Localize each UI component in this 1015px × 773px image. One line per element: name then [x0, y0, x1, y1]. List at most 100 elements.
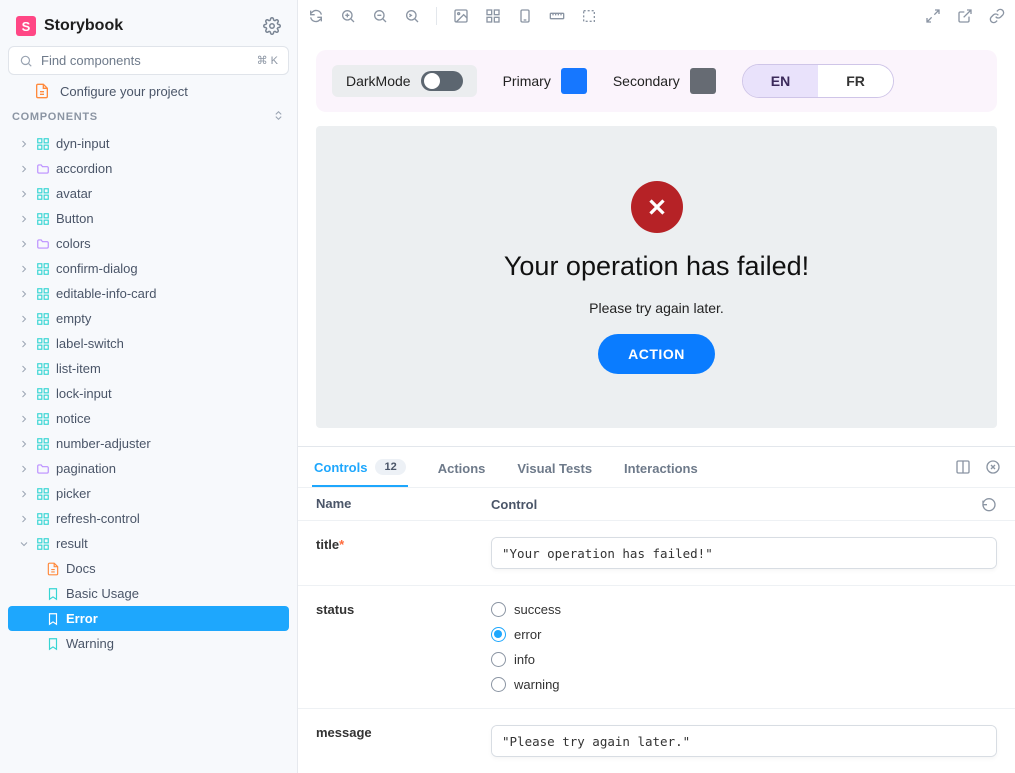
radio-icon — [491, 677, 506, 692]
doc-icon — [34, 83, 50, 99]
open-isolated-icon[interactable] — [957, 8, 973, 24]
sidebar-item-refresh-control[interactable]: refresh-control — [8, 506, 289, 531]
component-icon — [36, 437, 50, 451]
primary-swatch[interactable] — [561, 68, 587, 94]
zoom-in-icon[interactable] — [340, 8, 356, 24]
component-icon — [36, 312, 50, 326]
sidebar-item-avatar[interactable]: avatar — [8, 181, 289, 206]
component-icon — [36, 387, 50, 401]
reset-controls-icon[interactable] — [981, 496, 997, 512]
panel-tab-actions[interactable]: Actions — [436, 447, 488, 487]
story-icon — [46, 587, 60, 601]
component-icon — [36, 412, 50, 426]
zoom-out-icon[interactable] — [372, 8, 388, 24]
measure-icon[interactable] — [549, 8, 565, 24]
sidebar-item-error[interactable]: Error — [8, 606, 289, 631]
chevron-right-icon — [18, 513, 30, 525]
story-icon — [46, 637, 60, 651]
chevron-right-icon — [18, 363, 30, 375]
zoom-reset-icon[interactable] — [404, 8, 420, 24]
chevron-right-icon — [18, 388, 30, 400]
panel-tab-controls[interactable]: Controls12 — [312, 447, 408, 487]
sidebar-item-notice[interactable]: notice — [8, 406, 289, 431]
addons-panel: Controls12 Actions Visual Tests Interaction… — [298, 446, 1015, 763]
chevron-right-icon — [18, 138, 30, 150]
remount-icon[interactable] — [308, 8, 324, 24]
panel-position-icon[interactable] — [955, 459, 971, 475]
sidebar-item-label: picker — [56, 486, 91, 501]
folder-icon — [36, 462, 50, 476]
control-row-message: message — [298, 709, 1015, 763]
component-icon — [36, 537, 50, 551]
sidebar-item-confirm-dialog[interactable]: confirm-dialog — [8, 256, 289, 281]
lang-fr[interactable]: FR — [818, 65, 893, 97]
panel-tab-interactions[interactable]: Interactions — [622, 447, 700, 487]
control-row-title: title* — [298, 521, 1015, 586]
radio-icon — [491, 602, 506, 617]
panel-close-icon[interactable] — [985, 459, 1001, 475]
sidebar-item-basic-usage[interactable]: Basic Usage — [8, 581, 289, 606]
message-input[interactable] — [491, 725, 997, 757]
sidebar-item-label: number-adjuster — [56, 436, 151, 451]
sidebar-item-warning[interactable]: Warning — [8, 631, 289, 656]
sidebar-item-label: list-item — [56, 361, 101, 376]
doc-icon — [46, 562, 60, 576]
sidebar-item-picker[interactable]: picker — [8, 481, 289, 506]
sidebar-item-empty[interactable]: empty — [8, 306, 289, 331]
chevron-right-icon — [18, 163, 30, 175]
darkmode-toggle[interactable]: DarkMode — [332, 65, 477, 97]
outline-icon[interactable] — [581, 8, 597, 24]
toggle-icon — [421, 71, 463, 91]
title-input[interactable] — [491, 537, 997, 569]
component-icon — [36, 137, 50, 151]
result-action-button[interactable]: ACTION — [598, 334, 715, 374]
chevron-right-icon — [18, 488, 30, 500]
secondary-swatch[interactable] — [690, 68, 716, 94]
expand-collapse-icon[interactable] — [272, 109, 285, 125]
component-icon — [36, 187, 50, 201]
folder-icon — [36, 162, 50, 176]
main: DarkMode Primary Secondary EN FR — [298, 0, 1015, 773]
sidebar-item-result[interactable]: result — [8, 531, 289, 556]
search-input[interactable]: Find components ⌘ K — [8, 46, 289, 75]
sidebar-item-list-item[interactable]: list-item — [8, 356, 289, 381]
gear-icon[interactable] — [263, 17, 281, 35]
configure-link[interactable]: Configure your project — [8, 75, 289, 109]
status-option-warning[interactable]: warning — [491, 677, 561, 692]
storybook-mark-icon: S — [16, 16, 36, 36]
copy-link-icon[interactable] — [989, 8, 1005, 24]
status-option-success[interactable]: success — [491, 602, 561, 617]
sidebar-item-lock-input[interactable]: lock-input — [8, 381, 289, 406]
status-option-error[interactable]: error — [491, 627, 561, 642]
storybook-logo[interactable]: S Storybook — [16, 16, 123, 36]
sidebar-item-colors[interactable]: colors — [8, 231, 289, 256]
component-icon — [36, 212, 50, 226]
sidebar-item-label-switch[interactable]: label-switch — [8, 331, 289, 356]
sidebar-item-accordion[interactable]: accordion — [8, 156, 289, 181]
sidebar-item-docs[interactable]: Docs — [8, 556, 289, 581]
section-components-label[interactable]: COMPONENTS — [12, 111, 98, 123]
sidebar-item-dyn-input[interactable]: dyn-input — [8, 131, 289, 156]
panel-tab-visual-tests[interactable]: Visual Tests — [515, 447, 594, 487]
background-icon[interactable] — [453, 8, 469, 24]
chevron-right-icon — [18, 188, 30, 200]
story-icon — [46, 612, 60, 626]
sidebar-item-number-adjuster[interactable]: number-adjuster — [8, 431, 289, 456]
sidebar-item-label: avatar — [56, 186, 92, 201]
sidebar-item-label: refresh-control — [56, 511, 140, 526]
sidebar-item-button[interactable]: Button — [8, 206, 289, 231]
badge: 12 — [375, 459, 405, 475]
sidebar-item-label: colors — [56, 236, 91, 251]
component-icon — [36, 362, 50, 376]
sidebar-item-label: Error — [66, 611, 98, 626]
status-option-info[interactable]: info — [491, 652, 561, 667]
sidebar-item-editable-info-card[interactable]: editable-info-card — [8, 281, 289, 306]
viewport-icon[interactable] — [517, 8, 533, 24]
sidebar-item-pagination[interactable]: pagination — [8, 456, 289, 481]
lang-en[interactable]: EN — [743, 65, 818, 97]
component-icon — [36, 262, 50, 276]
grid-icon[interactable] — [485, 8, 501, 24]
chevron-right-icon — [18, 463, 30, 475]
canvas-toolbar — [298, 0, 1015, 32]
fullscreen-icon[interactable] — [925, 8, 941, 24]
